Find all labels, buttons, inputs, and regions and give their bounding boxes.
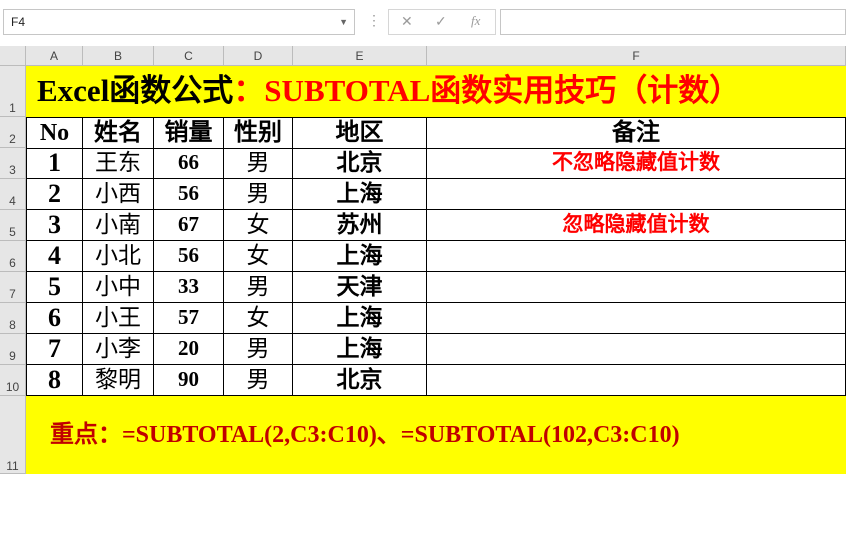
cell-name-row10[interactable]: 黎明 [83,365,154,396]
row-header-9[interactable]: 9 [0,334,26,365]
cell-name-row4[interactable]: 小西 [83,179,154,210]
column-header-d[interactable]: D [224,46,293,66]
footer-formula-cell[interactable]: 重点：=SUBTOTAL(2,C3:C10)、=SUBTOTAL(102,C3:… [26,396,846,474]
header-region[interactable]: 地区 [293,117,427,149]
header-sales[interactable]: 销量 [154,117,224,149]
row-header-4[interactable]: 4 [0,179,26,210]
select-all-corner[interactable] [0,46,26,66]
cell-name-row3[interactable]: 王东 [83,148,154,179]
formula-buttons: ✕ ✓ fx [388,9,496,35]
row-header-7[interactable]: 7 [0,272,26,303]
cell-region-row4[interactable]: 上海 [293,179,427,210]
header-no[interactable]: No [26,117,83,149]
title-cell[interactable]: Excel函数公式：SUBTOTAL函数实用技巧（计数） [26,66,846,117]
cell-gender-row5[interactable]: 女 [224,210,293,241]
cell-no-row3[interactable]: 1 [26,148,83,179]
cell-notes-row3[interactable]: 不忽略隐藏值计数 [427,148,846,179]
cell-notes-row4[interactable] [427,179,846,210]
column-header-f[interactable]: F [427,46,846,66]
enter-icon[interactable]: ✓ [435,13,447,30]
cell-name-row5[interactable]: 小南 [83,210,154,241]
cell-region-row10[interactable]: 北京 [293,365,427,396]
name-box-value: F4 [11,15,26,29]
header-notes[interactable]: 备注 [427,117,846,149]
title-black-text: Excel函数公式 [37,73,234,108]
cell-sales-row7[interactable]: 33 [154,272,224,303]
cell-region-row3[interactable]: 北京 [293,148,427,179]
cell-no-row8[interactable]: 6 [26,303,83,334]
formula-bar: F4 ▼ ⋮ ✕ ✓ fx [0,0,846,46]
formula-input[interactable] [500,9,846,35]
header-gender[interactable]: 性别 [224,117,293,149]
column-header-b[interactable]: B [83,46,154,66]
cell-sales-row3[interactable]: 66 [154,148,224,179]
cell-notes-row8[interactable] [427,303,846,334]
name-box-dropdown-icon[interactable]: ▼ [339,10,348,34]
cell-gender-row7[interactable]: 男 [224,272,293,303]
cell-sales-row9[interactable]: 20 [154,334,224,365]
row-header-10[interactable]: 10 [0,365,26,396]
row-header-8[interactable]: 8 [0,303,26,334]
cell-gender-row8[interactable]: 女 [224,303,293,334]
cell-gender-row10[interactable]: 男 [224,365,293,396]
more-options-icon[interactable]: ⋮ [367,12,381,29]
title-red-text: ：SUBTOTAL函数实用技巧（计数） [233,73,741,108]
cell-no-row7[interactable]: 5 [26,272,83,303]
cell-gender-row6[interactable]: 女 [224,241,293,272]
header-name[interactable]: 姓名 [83,117,154,149]
cell-sales-row6[interactable]: 56 [154,241,224,272]
cell-notes-row7[interactable] [427,272,846,303]
row-header-11[interactable]: 11 [0,396,26,474]
cell-gender-row3[interactable]: 男 [224,148,293,179]
row-header-5[interactable]: 5 [0,210,26,241]
row-header-1[interactable]: 1 [0,66,26,117]
cell-sales-row10[interactable]: 90 [154,365,224,396]
cell-no-row10[interactable]: 8 [26,365,83,396]
cell-region-row8[interactable]: 上海 [293,303,427,334]
cell-notes-row6[interactable] [427,241,846,272]
cell-no-row5[interactable]: 3 [26,210,83,241]
cancel-icon[interactable]: ✕ [401,13,413,30]
cell-gender-row9[interactable]: 男 [224,334,293,365]
insert-function-icon[interactable]: fx [471,13,480,29]
cell-sales-row4[interactable]: 56 [154,179,224,210]
cell-no-row4[interactable]: 2 [26,179,83,210]
cell-name-row9[interactable]: 小李 [83,334,154,365]
row-header-3[interactable]: 3 [0,148,26,179]
cell-sales-row8[interactable]: 57 [154,303,224,334]
cell-gender-row4[interactable]: 男 [224,179,293,210]
cell-notes-row5[interactable]: 忽略隐藏值计数 [427,210,846,241]
row-header-6[interactable]: 6 [0,241,26,272]
cell-region-row5[interactable]: 苏州 [293,210,427,241]
cell-sales-row5[interactable]: 67 [154,210,224,241]
column-header-c[interactable]: C [154,46,224,66]
row-header-2[interactable]: 2 [0,117,26,148]
cell-notes-row10[interactable] [427,365,846,396]
cell-no-row6[interactable]: 4 [26,241,83,272]
column-header-a[interactable]: A [26,46,83,66]
cell-notes-row9[interactable] [427,334,846,365]
cell-region-row9[interactable]: 上海 [293,334,427,365]
column-header-e[interactable]: E [293,46,427,66]
name-box[interactable]: F4 ▼ [3,9,355,35]
cell-name-row6[interactable]: 小北 [83,241,154,272]
cell-no-row9[interactable]: 7 [26,334,83,365]
cell-region-row7[interactable]: 天津 [293,272,427,303]
cell-name-row8[interactable]: 小王 [83,303,154,334]
cell-region-row6[interactable]: 上海 [293,241,427,272]
cell-name-row7[interactable]: 小中 [83,272,154,303]
